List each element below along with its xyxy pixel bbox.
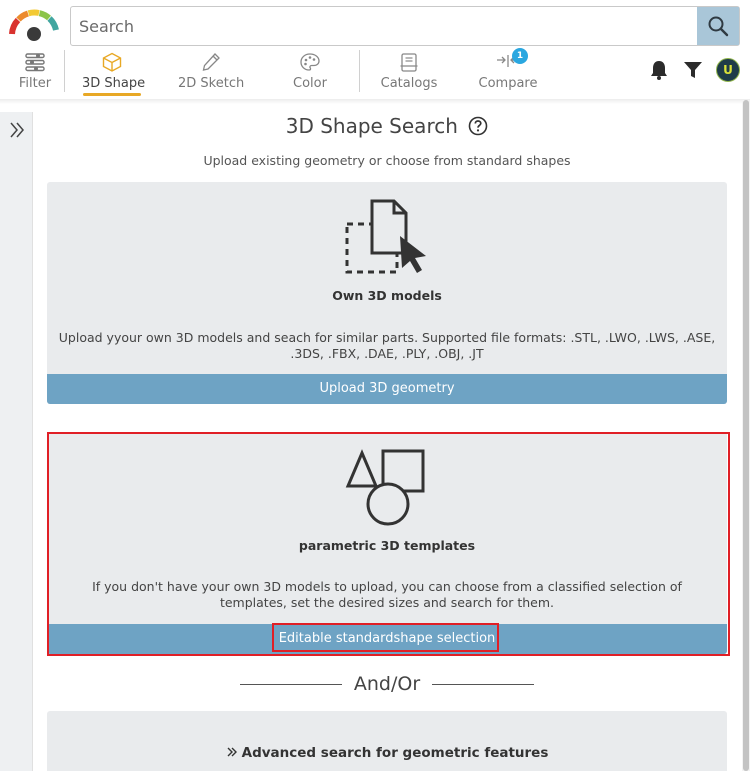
- card-icon-wrap: [47, 196, 727, 278]
- advanced-search-toggle[interactable]: Advanced search for geometric features: [47, 745, 727, 761]
- parametric-templates-card: parametric 3D templates If you don't hav…: [47, 432, 727, 654]
- and-or-text: And/Or: [353, 673, 421, 695]
- and-or-separator: And/Or: [34, 671, 740, 697]
- tab-color[interactable]: Color: [290, 50, 330, 96]
- avatar-initial: U: [723, 63, 733, 77]
- card-description: If you don't have your own 3D models to …: [92, 579, 682, 610]
- compare-count-badge: 1: [512, 48, 528, 64]
- nav-separator: [64, 50, 65, 92]
- tab-catalogs[interactable]: Catalogs: [380, 50, 438, 96]
- tab-3d-shape[interactable]: 3D Shape: [82, 50, 146, 96]
- cube-icon: [102, 52, 122, 72]
- side-panel: [0, 112, 33, 771]
- tab-compare-label: Compare: [478, 76, 538, 91]
- own-3d-models-card: Own 3D models Upload yyour own 3D models…: [47, 182, 727, 404]
- double-chevron-right-icon: [227, 747, 237, 757]
- card-title: parametric 3D templates: [298, 538, 476, 553]
- help-icon[interactable]: [468, 116, 488, 136]
- tab-color-label: Color: [293, 76, 327, 91]
- editable-standardshape-button[interactable]: Editable standardshape selection: [47, 624, 727, 654]
- search-icon: [708, 16, 729, 37]
- nav-separator: [359, 50, 360, 92]
- user-avatar[interactable]: U: [716, 58, 740, 82]
- tab-filter-label: Filter: [18, 76, 52, 91]
- funnel-icon[interactable]: [682, 59, 704, 81]
- advanced-search-label: Advanced search for geometric features: [241, 745, 549, 761]
- advanced-search-card[interactable]: Advanced search for geometric features: [47, 711, 727, 771]
- double-chevron-right-icon[interactable]: [7, 120, 27, 140]
- tab-2d-sketch[interactable]: 2D Sketch: [178, 50, 244, 96]
- search-button[interactable]: [697, 7, 739, 45]
- tab-3d-shape-label: 3D Shape: [82, 76, 146, 91]
- header-actions: U: [648, 57, 740, 83]
- card-icon-wrap: [47, 448, 727, 528]
- main-content: 3D Shape Search Upload existing geometry…: [34, 104, 740, 771]
- shapes-icon: [345, 449, 425, 526]
- palette-icon: [300, 53, 320, 71]
- page-title: 3D Shape Search: [34, 114, 740, 138]
- separator-line: [240, 684, 342, 685]
- upload-3d-geometry-label: Upload 3D geometry: [319, 381, 455, 396]
- sliders-icon: [25, 53, 45, 72]
- page-title-text: 3D Shape Search: [285, 114, 458, 138]
- separator-line: [432, 684, 534, 685]
- tab-compare[interactable]: 1 Compare: [478, 48, 538, 96]
- tab-catalogs-label: Catalogs: [380, 76, 438, 91]
- search-input[interactable]: [71, 7, 699, 45]
- catalog-icon: [400, 53, 418, 72]
- card-title: Own 3D models: [332, 288, 442, 303]
- tab-filter[interactable]: Filter: [16, 50, 54, 96]
- editable-standardshape-label: Editable standardshape selection: [278, 631, 496, 646]
- upload-3d-geometry-button[interactable]: Upload 3D geometry: [47, 374, 727, 404]
- app-logo[interactable]: [8, 8, 64, 42]
- tab-2d-sketch-label: 2D Sketch: [178, 76, 245, 91]
- main-nav: Filter 3D Shape 2D Sketch Color Catalogs…: [0, 48, 750, 98]
- bell-icon[interactable]: [648, 59, 670, 81]
- pencil-icon: [202, 53, 220, 71]
- search-box: [70, 6, 740, 46]
- app-header: Filter 3D Shape 2D Sketch Color: [0, 0, 750, 100]
- page-subtitle: Upload existing geometry or choose from …: [203, 153, 571, 168]
- upload-file-cursor-icon: [345, 199, 426, 274]
- card-description: Upload yyour own 3D models and seach for…: [58, 330, 716, 361]
- active-tab-indicator: [83, 93, 141, 96]
- scrollbar-thumb[interactable]: [743, 100, 749, 771]
